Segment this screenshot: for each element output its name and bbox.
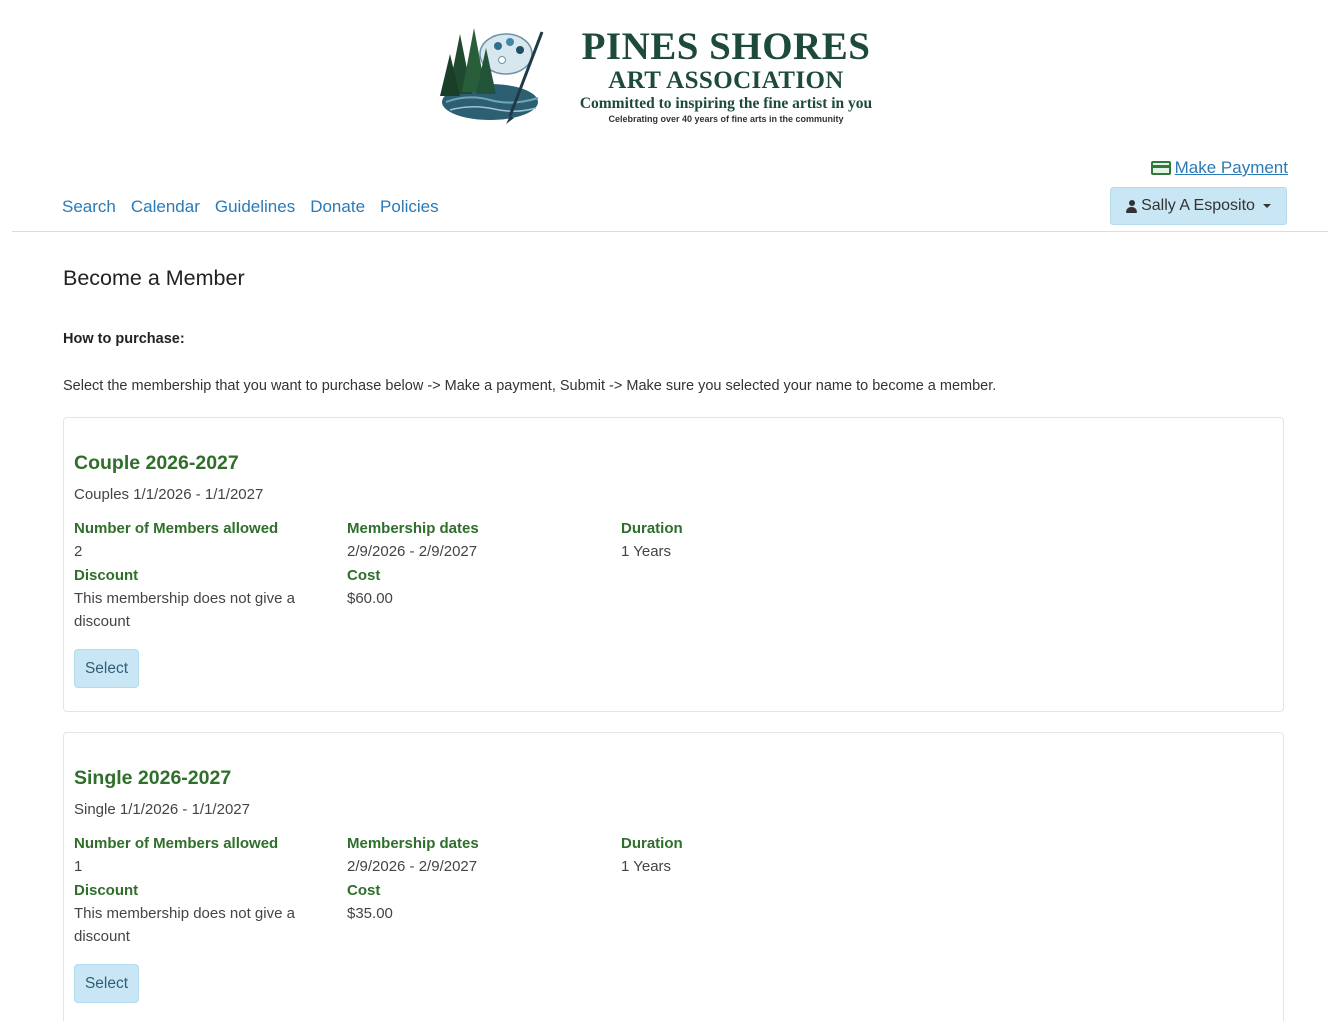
nav-donate[interactable]: Donate <box>310 197 365 217</box>
membership-dates-value: 2/9/2026 - 2/9/2027 <box>347 543 478 560</box>
logo-title: PINES SHORES <box>581 25 871 68</box>
cost-label: Cost <box>347 567 381 584</box>
membership-description: Couples 1/1/2026 - 1/1/2027 <box>74 486 264 503</box>
members-allowed-label: Number of Members allowed <box>74 835 279 852</box>
logo-tagline: Committed to inspiring the fine artist i… <box>579 95 873 112</box>
membership-dates-value: 2/9/2026 - 2/9/2027 <box>347 858 478 875</box>
members-allowed-value: 2 <box>74 543 83 560</box>
cost-label: Cost <box>347 882 381 899</box>
membership-description: Single 1/1/2026 - 1/1/2027 <box>74 801 250 818</box>
duration-label: Duration <box>621 520 683 537</box>
caret-down-icon <box>1262 204 1271 208</box>
discount-value: This membership does not give a discount <box>74 590 295 630</box>
membership-title: Single 2026-2027 <box>74 767 232 789</box>
logo-pines-palette-icon <box>440 28 544 124</box>
duration-label: Duration <box>621 835 683 852</box>
discount-value: This membership does not give a discount <box>74 905 295 945</box>
duration-value: 1 Years <box>621 858 672 875</box>
duration-value: 1 Years <box>621 543 672 560</box>
page-title: Become a Member <box>63 266 245 290</box>
cost-field: Cost $60.00 <box>347 564 597 610</box>
user-name: Sally A Esposito <box>1141 197 1255 214</box>
user-menu-button[interactable]: Sally A Esposito <box>1110 187 1287 225</box>
logo-subtitle: ART ASSOCIATION <box>608 67 844 94</box>
membership-dates-label: Membership dates <box>347 835 479 852</box>
members-allowed-value: 1 <box>74 858 83 875</box>
logo-small-text: Celebrating over 40 years of fine arts i… <box>608 114 844 124</box>
page: PINES SHORES ART ASSOCIATION Committed t… <box>0 0 1328 1021</box>
membership-dates-field: Membership dates 2/9/2026 - 2/9/2027 <box>347 832 597 878</box>
discount-field: Discount This membership does not give a… <box>74 564 314 633</box>
nav-calendar[interactable]: Calendar <box>131 197 200 217</box>
discount-field: Discount This membership does not give a… <box>74 879 314 948</box>
cost-value: $35.00 <box>347 905 393 922</box>
make-payment-link[interactable]: Make Payment <box>1150 158 1288 178</box>
cost-value: $60.00 <box>347 590 393 607</box>
membership-card-single: Single 2026-2027 Single 1/1/2026 - 1/1/2… <box>63 732 1284 1021</box>
discount-label: Discount <box>74 567 139 584</box>
main-nav: Search Calendar Guidelines Donate Polici… <box>62 197 439 217</box>
nav-divider <box>12 231 1328 232</box>
select-single-button[interactable]: Select <box>74 964 139 1003</box>
user-icon <box>1126 199 1138 213</box>
membership-title: Couple 2026-2027 <box>74 452 239 474</box>
duration-field: Duration 1 Years <box>621 832 871 878</box>
nav-policies[interactable]: Policies <box>380 197 439 217</box>
members-allowed-field: Number of Members allowed 2 <box>74 517 324 563</box>
credit-card-icon <box>1150 161 1171 175</box>
members-allowed-label: Number of Members allowed <box>74 520 279 537</box>
purchase-instructions: Select the membership that you want to p… <box>63 378 997 394</box>
make-payment-label: Make Payment <box>1174 158 1288 177</box>
cost-field: Cost $35.00 <box>347 879 597 925</box>
members-allowed-field: Number of Members allowed 1 <box>74 832 324 878</box>
duration-field: Duration 1 Years <box>621 517 871 563</box>
logo-text: PINES SHORES ART ASSOCIATION Committed t… <box>556 24 896 125</box>
how-to-purchase-label: How to purchase: <box>63 331 185 347</box>
discount-label: Discount <box>74 882 139 899</box>
site-logo[interactable]: PINES SHORES ART ASSOCIATION Committed t… <box>438 24 898 128</box>
nav-search[interactable]: Search <box>62 197 116 217</box>
membership-dates-field: Membership dates 2/9/2026 - 2/9/2027 <box>347 517 597 563</box>
membership-dates-label: Membership dates <box>347 520 479 537</box>
select-couple-button[interactable]: Select <box>74 649 139 688</box>
membership-card-couple: Couple 2026-2027 Couples 1/1/2026 - 1/1/… <box>63 417 1284 712</box>
nav-guidelines[interactable]: Guidelines <box>215 197 295 217</box>
